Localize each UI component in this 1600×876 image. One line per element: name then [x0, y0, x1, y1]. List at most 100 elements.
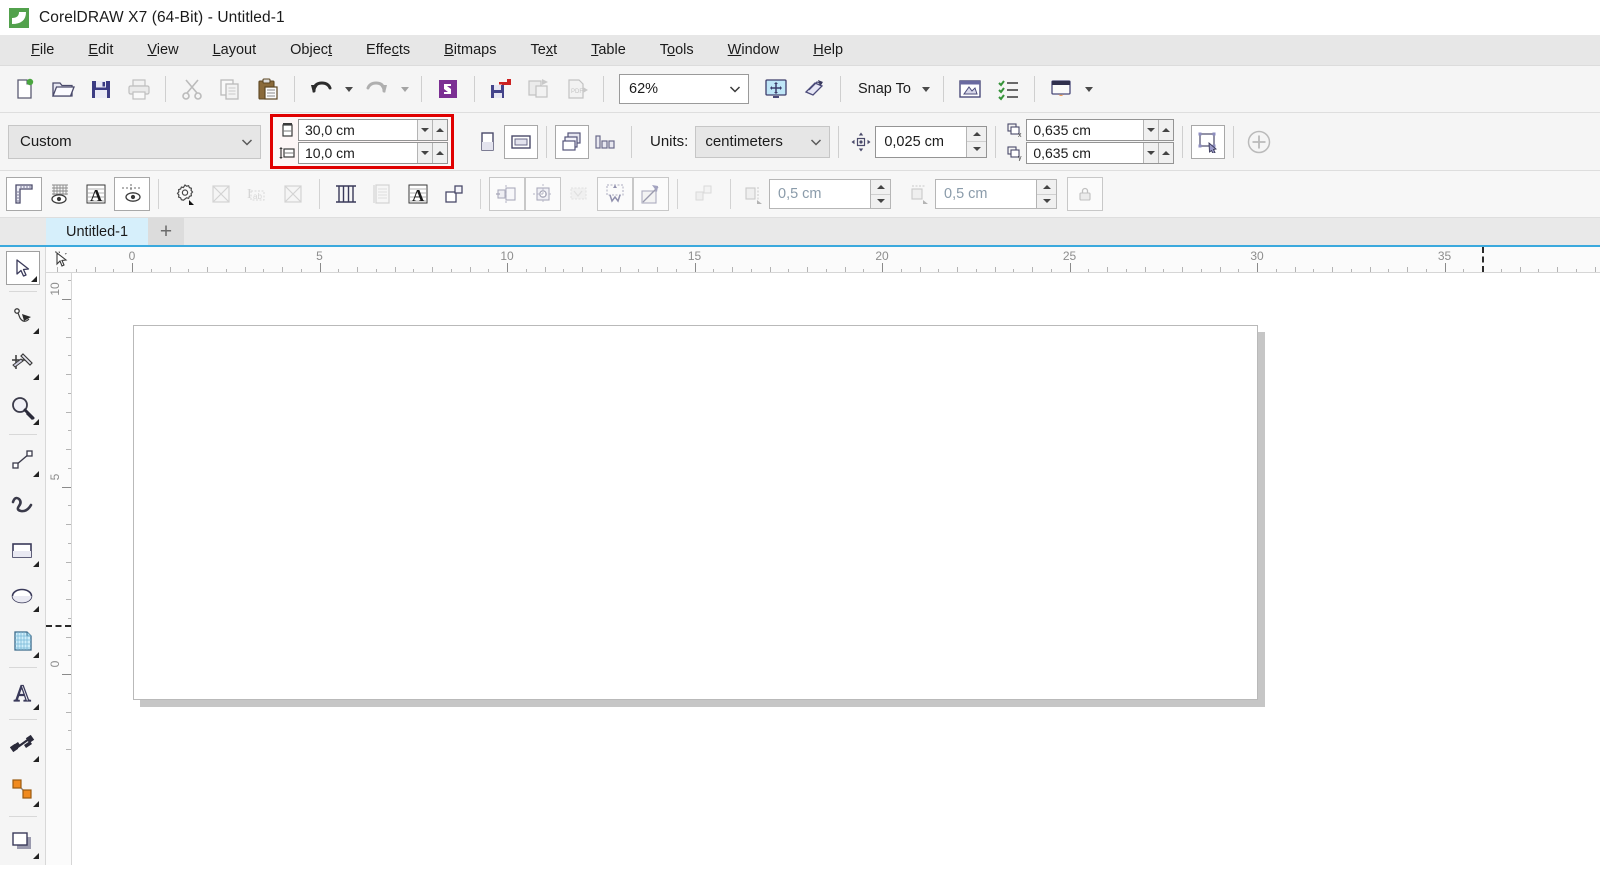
options-gear-button[interactable] [167, 177, 203, 211]
add-page-button[interactable] [1242, 125, 1276, 159]
options-dialog-button[interactable] [951, 71, 989, 107]
vertical-ruler[interactable]: 10 5 0 [46, 273, 72, 865]
chevron-down-icon[interactable] [722, 82, 748, 96]
flyout-arrow-icon[interactable] [32, 561, 39, 568]
menu-object[interactable]: Object [273, 39, 349, 62]
menu-effects[interactable]: Effects [349, 39, 427, 62]
add-document-tab-button[interactable]: + [148, 218, 185, 245]
zoom-tool[interactable] [3, 386, 43, 431]
cut-button[interactable] [173, 71, 211, 107]
clear-text-label-button[interactable]: I ab [239, 177, 275, 211]
nudge-spin-down[interactable] [967, 142, 986, 157]
all-pages-button[interactable] [555, 124, 589, 159]
flyout-arrow-icon[interactable] [30, 275, 37, 282]
drawing-page[interactable] [133, 325, 1258, 700]
connector-tool[interactable] [3, 768, 43, 813]
redo-button[interactable] [358, 71, 396, 107]
distribute-button[interactable] [561, 177, 597, 211]
bleed-1-spin-down[interactable] [871, 195, 890, 209]
flyout-arrow-icon[interactable] [32, 418, 39, 425]
flyout-arrow-icon[interactable] [32, 800, 39, 807]
menu-help[interactable]: Help [796, 39, 860, 62]
pick-tool[interactable] [3, 247, 43, 288]
document-tab-untitled-1[interactable]: Untitled-1 [46, 218, 149, 245]
snap-guides-button[interactable] [597, 177, 633, 211]
page-width-spin-down[interactable] [417, 120, 432, 140]
portrait-orientation-button[interactable] [470, 125, 504, 159]
polygon-tool[interactable] [3, 618, 43, 663]
flyout-arrow-icon[interactable] [32, 328, 39, 335]
print-button[interactable] [120, 71, 158, 107]
page-frame-button[interactable] [436, 177, 472, 211]
snap-to-button[interactable]: Snap To [848, 71, 936, 107]
flyout-arrow-icon[interactable] [32, 373, 39, 380]
duplicate-y-spin-up[interactable] [1158, 143, 1174, 163]
units-combo[interactable]: centimeters [695, 125, 831, 158]
nudge-spin-up[interactable] [967, 127, 987, 142]
zoom-level-combo[interactable]: 62% [619, 74, 749, 104]
flyout-arrow-icon[interactable] [32, 651, 39, 658]
text-tool[interactable]: A [3, 670, 43, 715]
application-launcher-button[interactable] [1042, 71, 1080, 107]
bleed-2-spin-down[interactable] [1037, 195, 1056, 209]
bleed-1-spinner[interactable] [870, 180, 890, 208]
full-screen-preview-button[interactable] [757, 71, 795, 107]
undo-dropdown-button[interactable] [340, 71, 358, 107]
new-document-button[interactable] [6, 71, 44, 107]
flyout-arrow-icon[interactable] [32, 703, 39, 710]
undo-button[interactable] [302, 71, 340, 107]
nudge-spinner[interactable] [966, 126, 987, 157]
chevron-down-icon[interactable] [803, 135, 829, 149]
drawing-surface[interactable] [72, 273, 1600, 865]
align-center-button[interactable] [525, 177, 561, 211]
ellipse-tool[interactable] [3, 573, 43, 618]
dimension-tool[interactable] [3, 723, 43, 768]
chevron-down-icon[interactable] [234, 135, 260, 149]
copy-button[interactable] [211, 71, 249, 107]
shadow-tool[interactable] [3, 820, 43, 865]
bleed-field-1[interactable]: 0,5 cm [769, 179, 891, 209]
nudge-offset-field[interactable]: 0,025 cm [875, 125, 988, 158]
lock-bleed-button[interactable] [1067, 177, 1103, 211]
bleed-toggle-button[interactable] [686, 177, 722, 211]
duplicate-y-field[interactable]: 0,635 cm [1026, 142, 1175, 164]
text-visibility-button[interactable]: A [78, 177, 114, 211]
publish-pdf-button[interactable]: PDF [558, 71, 596, 107]
columns-button[interactable] [328, 177, 364, 211]
dynamic-guides-button[interactable] [633, 177, 669, 211]
menu-window[interactable]: Window [711, 39, 797, 62]
freehand-tool[interactable] [3, 438, 43, 483]
duplicate-x-spin-up[interactable] [1158, 120, 1174, 140]
flyout-arrow-icon[interactable] [32, 470, 39, 477]
toggle-grid-button[interactable] [42, 177, 78, 211]
bleed-1-spin-up[interactable] [871, 180, 890, 195]
application-launcher-dropdown[interactable] [1080, 71, 1098, 107]
clear-grid-button[interactable] [203, 177, 239, 211]
page-height-field[interactable]: 10,0 cm [298, 142, 448, 164]
menu-text[interactable]: Text [514, 39, 575, 62]
flyout-arrow-icon[interactable] [32, 755, 39, 762]
current-page-only-button[interactable] [589, 125, 623, 159]
page-width-spin-up[interactable] [432, 120, 447, 140]
open-button[interactable] [44, 71, 82, 107]
page-height-spin-down[interactable] [417, 143, 432, 163]
text-style-button[interactable]: A [400, 177, 436, 211]
page-size-preset-combo[interactable]: Custom [8, 124, 261, 159]
clear-guides-button[interactable] [275, 177, 311, 211]
guidelines-visibility-button[interactable] [114, 177, 150, 211]
menu-bitmaps[interactable]: Bitmaps [427, 39, 513, 62]
duplicate-x-spin-down[interactable] [1143, 120, 1159, 140]
import-button[interactable] [482, 71, 520, 107]
shape-tool[interactable] [3, 295, 43, 340]
bleed-2-spin-up[interactable] [1037, 180, 1056, 195]
align-object-button[interactable] [489, 177, 525, 211]
toggle-rulers-button[interactable] [6, 177, 42, 211]
bleed-2-spinner[interactable] [1036, 180, 1056, 208]
page-width-field[interactable]: 30,0 cm [298, 119, 448, 141]
show-hide-rulers-button[interactable] [795, 71, 833, 107]
crop-tool[interactable] [3, 340, 43, 385]
menu-tools[interactable]: Tools [643, 39, 711, 62]
save-button[interactable] [82, 71, 120, 107]
page-layout-button[interactable] [364, 177, 400, 211]
menu-layout[interactable]: Layout [196, 39, 274, 62]
